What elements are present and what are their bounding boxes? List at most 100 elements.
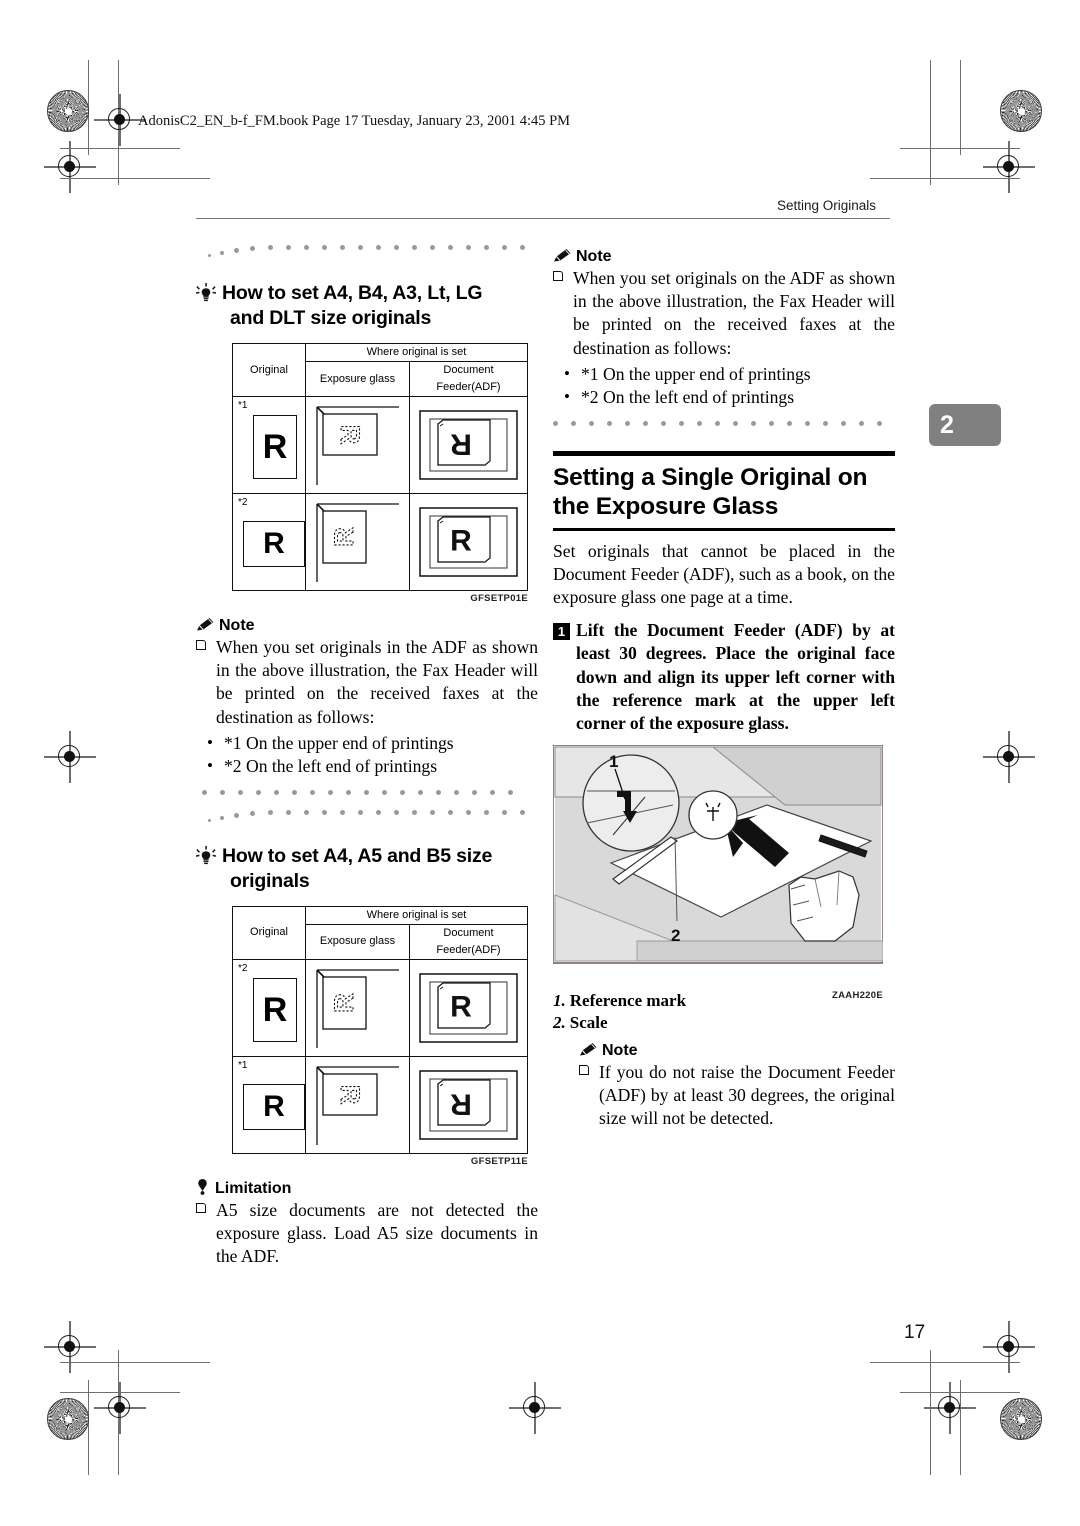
registration-starburst-bottom-right [1000, 1398, 1042, 1440]
note-item: *2 On the left end of printings [196, 754, 538, 778]
table1-col-adf: Document Feeder(ADF) [409, 361, 528, 397]
table-row: *1 R R R [232, 396, 528, 494]
exposure-glass-diagram: R [316, 406, 399, 485]
note-heading: Note [553, 248, 895, 266]
square-bullet-icon [196, 636, 216, 729]
exclamation-limitation-icon [196, 1178, 209, 1195]
table1-col-glass: Exposure glass [305, 361, 410, 397]
figure-table-2: Original Where original is set Exposure … [232, 905, 538, 1167]
svg-text:R: R [450, 990, 472, 1023]
note-bullet: When you set originals in the ADF as sho… [196, 636, 538, 729]
svg-text:R: R [329, 527, 359, 547]
table-row: *1 R R R [232, 1055, 528, 1154]
step-number-badge: 1 [553, 619, 576, 736]
running-head: Setting Originals [777, 198, 877, 213]
adf-diagram: R [419, 972, 518, 1043]
legend-label: Scale [569, 1012, 608, 1032]
chapter-tab-number: 2 [940, 410, 954, 439]
table2-row2-label: *1 [238, 1059, 248, 1071]
legend-number: 2. [553, 1012, 566, 1032]
illustration-figure-code: ZAAH220E [832, 989, 883, 1001]
table2-col-group: Where original is set [305, 905, 528, 925]
table1-col-original: Original [232, 343, 306, 397]
registration-starburst-bottom-left [47, 1398, 89, 1440]
subheading-a4-a5-b5: How to set A4, A5 and B5 size originals [195, 844, 538, 894]
pencil-note-icon [553, 248, 572, 263]
adf-diagram: R [419, 410, 518, 480]
step-1-text: Lift the Document Feeder (ADF) by at lea… [576, 619, 895, 734]
table2-row2-glass: R [305, 1055, 410, 1154]
subheading-line1: How to set A4, A5 and B5 size [222, 844, 493, 867]
dotted-rule-right [553, 419, 895, 435]
illustration-exposure-glass: 1 2 ZAAH220E [552, 744, 884, 1001]
note-body: When you set originals on the ADF as sho… [573, 268, 895, 358]
square-bullet-icon [553, 267, 573, 360]
heading-rule-thick [553, 450, 895, 457]
table-row: *2 R R R [232, 493, 528, 591]
r-glyph: R [263, 1089, 285, 1123]
registration-mark-left-middle [44, 731, 96, 783]
lightbulb-icon [195, 845, 217, 867]
note-item: *2 On the left end of printings [553, 385, 895, 409]
table2-row1-adf: R [409, 958, 528, 1057]
table2-col-original: Original [232, 905, 306, 960]
exposure-glass-diagram: R [316, 503, 399, 582]
note-body: If you do not raise the Document Feeder … [599, 1061, 895, 1129]
subheading-line2: and DLT size originals [230, 307, 432, 329]
legend-item-2: 2. Scale [553, 1012, 895, 1034]
square-bullet-icon [579, 1061, 599, 1131]
orientation-table-2: Original Where original is set Exposure … [232, 905, 528, 1154]
figure-code-2: GFSETP11E [470, 1155, 528, 1167]
registration-mark-right-middle [983, 731, 1035, 783]
figure-table-1: Original Where original is set Exposure … [232, 343, 538, 604]
table2-row1-glass: R [305, 958, 410, 1057]
note-heading: Note [196, 617, 538, 635]
dotted-rule-top-left [196, 243, 538, 259]
table1-row2-glass: R [305, 493, 410, 591]
note-item: *1 On the upper end of printings [196, 731, 538, 755]
registration-mark-top-left [94, 94, 146, 146]
table1-row1-glass: R [305, 396, 410, 494]
registration-mark-right-upper [983, 141, 1035, 193]
r-glyph: R [262, 990, 288, 1029]
lightbulb-icon [195, 283, 217, 304]
table2-col-adf: Document Feeder(ADF) [409, 923, 528, 960]
pencil-note-icon [196, 617, 215, 632]
subheading-line1: How to set A4, B4, A3, Lt, LG [222, 282, 483, 304]
note-body: When you set originals in the ADF as sho… [216, 637, 538, 727]
section-title-line2: the Exposure Glass [553, 493, 779, 521]
dotted-rule-mid-left-a [196, 788, 538, 804]
registration-mark-left-upper [44, 141, 96, 193]
step-number: 1 [553, 622, 570, 640]
note-block-right-bottom: Note If you do not raise the Document Fe… [579, 1042, 895, 1131]
svg-text:R: R [335, 425, 365, 445]
note-item-list: *1 On the upper end of printings *2 On t… [196, 731, 538, 779]
r-glyph: R [263, 527, 285, 560]
limitation-body: A5 size documents are not detected the e… [216, 1199, 538, 1267]
square-bullet-icon [196, 1199, 216, 1269]
pencil-note-icon [579, 1042, 598, 1057]
illus-callout-2: 2 [671, 926, 680, 945]
subheading-a4-b4-a3: How to set A4, B4, A3, Lt, LG and DLT si… [195, 281, 538, 331]
limitation-bullet: A5 size documents are not detected the e… [196, 1199, 538, 1269]
section-title: Setting a Single Original on the Exposur… [553, 463, 895, 521]
document-page: AdonisC2_EN_b-f_FM.book Page 17 Tuesday,… [0, 0, 1080, 1526]
registration-mark-left-lower [44, 1321, 96, 1373]
svg-text:R: R [335, 1084, 365, 1104]
note-heading: Note [579, 1042, 895, 1060]
step-1: 1 Lift the Document Feeder (ADF) by at l… [553, 619, 895, 736]
exposure-glass-diagram: R [316, 968, 399, 1048]
registration-starburst-top-right [1000, 90, 1042, 132]
svg-text:R: R [450, 1087, 472, 1120]
table1-row2-label: *2 [238, 497, 248, 508]
table2-row1-label: *2 [238, 962, 248, 974]
book-file-header: AdonisC2_EN_b-f_FM.book Page 17 Tuesday,… [138, 113, 571, 129]
note-bullet: When you set originals on the ADF as sho… [553, 267, 895, 360]
r-glyph: R [262, 428, 288, 466]
figure-code-1: GFSETP01E [470, 593, 528, 604]
limitation-title: Limitation [215, 1179, 292, 1197]
left-column: How to set A4, B4, A3, Lt, LG and DLT si… [195, 243, 538, 1269]
section-heading-block: Setting a Single Original on the Exposur… [553, 450, 895, 531]
note-title: Note [602, 1041, 638, 1059]
note-title: Note [219, 617, 255, 634]
